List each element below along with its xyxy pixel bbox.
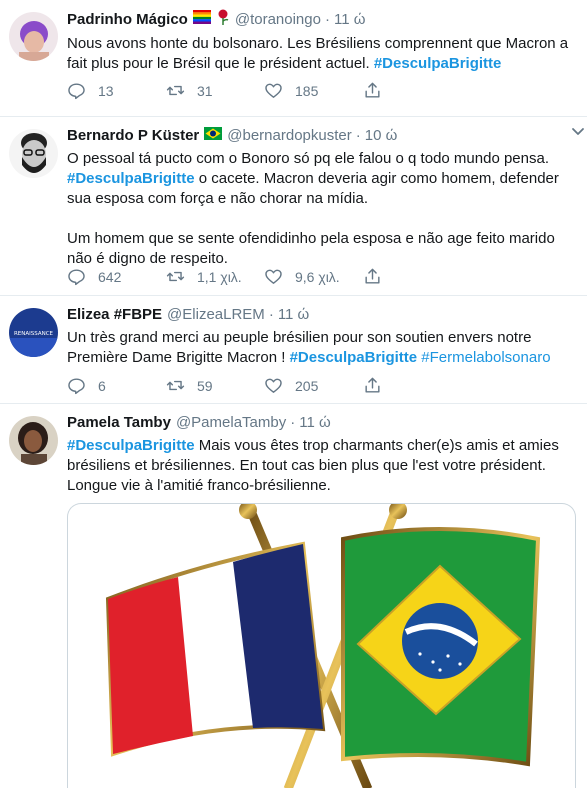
hashtag-link[interactable]: #DesculpaBrigitte (67, 170, 195, 187)
rose-icon (216, 9, 230, 31)
display-name[interactable]: Padrinho Mágico (67, 10, 188, 30)
tweet-text: Nous avons honte du bolsonaro. Les Brési… (67, 34, 577, 74)
like-count: 205 (295, 377, 319, 394)
share-button[interactable] (363, 267, 394, 286)
avatar[interactable] (9, 12, 58, 61)
share-icon (365, 268, 380, 284)
text-paragraph: Um homem que se sente ofendidinho pela e… (67, 230, 555, 267)
share-icon (365, 82, 380, 98)
hashtag-link[interactable]: #DesculpaBrigitte (374, 55, 502, 72)
share-icon (365, 377, 380, 393)
display-name[interactable]: Pamela Tamby (67, 413, 171, 433)
hashtag-link[interactable]: #Fermelabolsonaro (421, 349, 550, 366)
timestamp[interactable]: 11 ώ (278, 305, 309, 325)
separator-dot: · (324, 11, 330, 28)
separator-dot: · (290, 414, 296, 431)
tweet[interactable]: RENAISSANCE Elizea #FBPE @ElizeaLREM · 1… (0, 296, 587, 404)
display-name[interactable]: Bernardo P Küster (67, 126, 199, 146)
retweet-count: 31 (197, 82, 213, 99)
retweet-button[interactable]: 31 (166, 81, 213, 100)
display-name[interactable]: Elizea #FBPE (67, 305, 162, 325)
rainbow-flag-icon (192, 10, 211, 30)
like-button[interactable]: 205 (264, 376, 318, 395)
reply-button[interactable]: 6 (67, 376, 106, 395)
tweet[interactable]: Padrinho Mágico @toranoingo · 11 ώ Nous … (0, 0, 587, 117)
like-button[interactable]: 185 (264, 81, 318, 100)
reply-count: 6 (98, 377, 106, 394)
share-button[interactable] (363, 81, 394, 100)
tweet-text: #DesculpaBrigitte Mais vous êtes trop ch… (67, 436, 577, 496)
like-count: 185 (295, 82, 319, 99)
france-brazil-flags-image (105, 504, 541, 788)
reply-button[interactable]: 13 (67, 81, 114, 100)
like-button[interactable]: 9,6 χιλ. (264, 267, 340, 286)
brazil-flag-icon (204, 126, 223, 146)
retweet-icon (166, 85, 185, 96)
text-segment: O pessoal tá pucto com o Bonoro só pq el… (67, 150, 549, 167)
timestamp[interactable]: 10 ώ (365, 126, 398, 146)
reply-count: 13 (98, 82, 114, 99)
like-icon (265, 83, 282, 98)
timestamp[interactable]: 11 ώ (299, 413, 330, 433)
retweet-count: 1,1 χιλ. (197, 268, 242, 285)
avatar[interactable]: RENAISSANCE (9, 308, 58, 357)
avatar-logo-text: RENAISSANCE (14, 331, 54, 337)
tweet-text: O pessoal tá pucto com o Bonoro só pq el… (67, 149, 577, 269)
tweet[interactable]: Bernardo P Küster @bernardopkuster · 10 … (0, 117, 587, 296)
retweet-icon (166, 271, 185, 282)
like-icon (265, 378, 282, 393)
hashtag-link[interactable]: #DesculpaBrigitte (290, 349, 418, 366)
timestamp[interactable]: 11 ώ (334, 10, 365, 30)
reply-icon (68, 269, 85, 286)
hashtag-link[interactable]: #DesculpaBrigitte (67, 437, 195, 454)
retweet-button[interactable]: 59 (166, 376, 213, 395)
retweet-button[interactable]: 1,1 χιλ. (166, 267, 242, 286)
caret-down-icon[interactable] (571, 127, 585, 137)
like-count: 9,6 χιλ. (295, 268, 340, 285)
like-icon (265, 269, 282, 284)
tweet-text: Un très grand merci au peuple brésilien … (67, 328, 577, 368)
user-handle[interactable]: @PamelaTamby (176, 413, 286, 433)
separator-dot: · (268, 306, 274, 323)
reply-icon (68, 378, 85, 395)
reply-icon (68, 83, 85, 100)
avatar[interactable] (9, 416, 58, 465)
reply-button[interactable]: 642 (67, 267, 121, 286)
user-handle[interactable]: @bernardopkuster (227, 126, 351, 146)
share-button[interactable] (363, 376, 394, 395)
retweet-icon (166, 380, 185, 391)
reply-count: 642 (98, 268, 122, 285)
retweet-count: 59 (197, 377, 213, 394)
avatar[interactable] (9, 129, 58, 178)
user-handle[interactable]: @toranoingo (235, 10, 321, 30)
separator-dot: · (355, 127, 361, 144)
user-handle[interactable]: @ElizeaLREM (167, 305, 265, 325)
tweet-media-image[interactable] (67, 503, 576, 788)
